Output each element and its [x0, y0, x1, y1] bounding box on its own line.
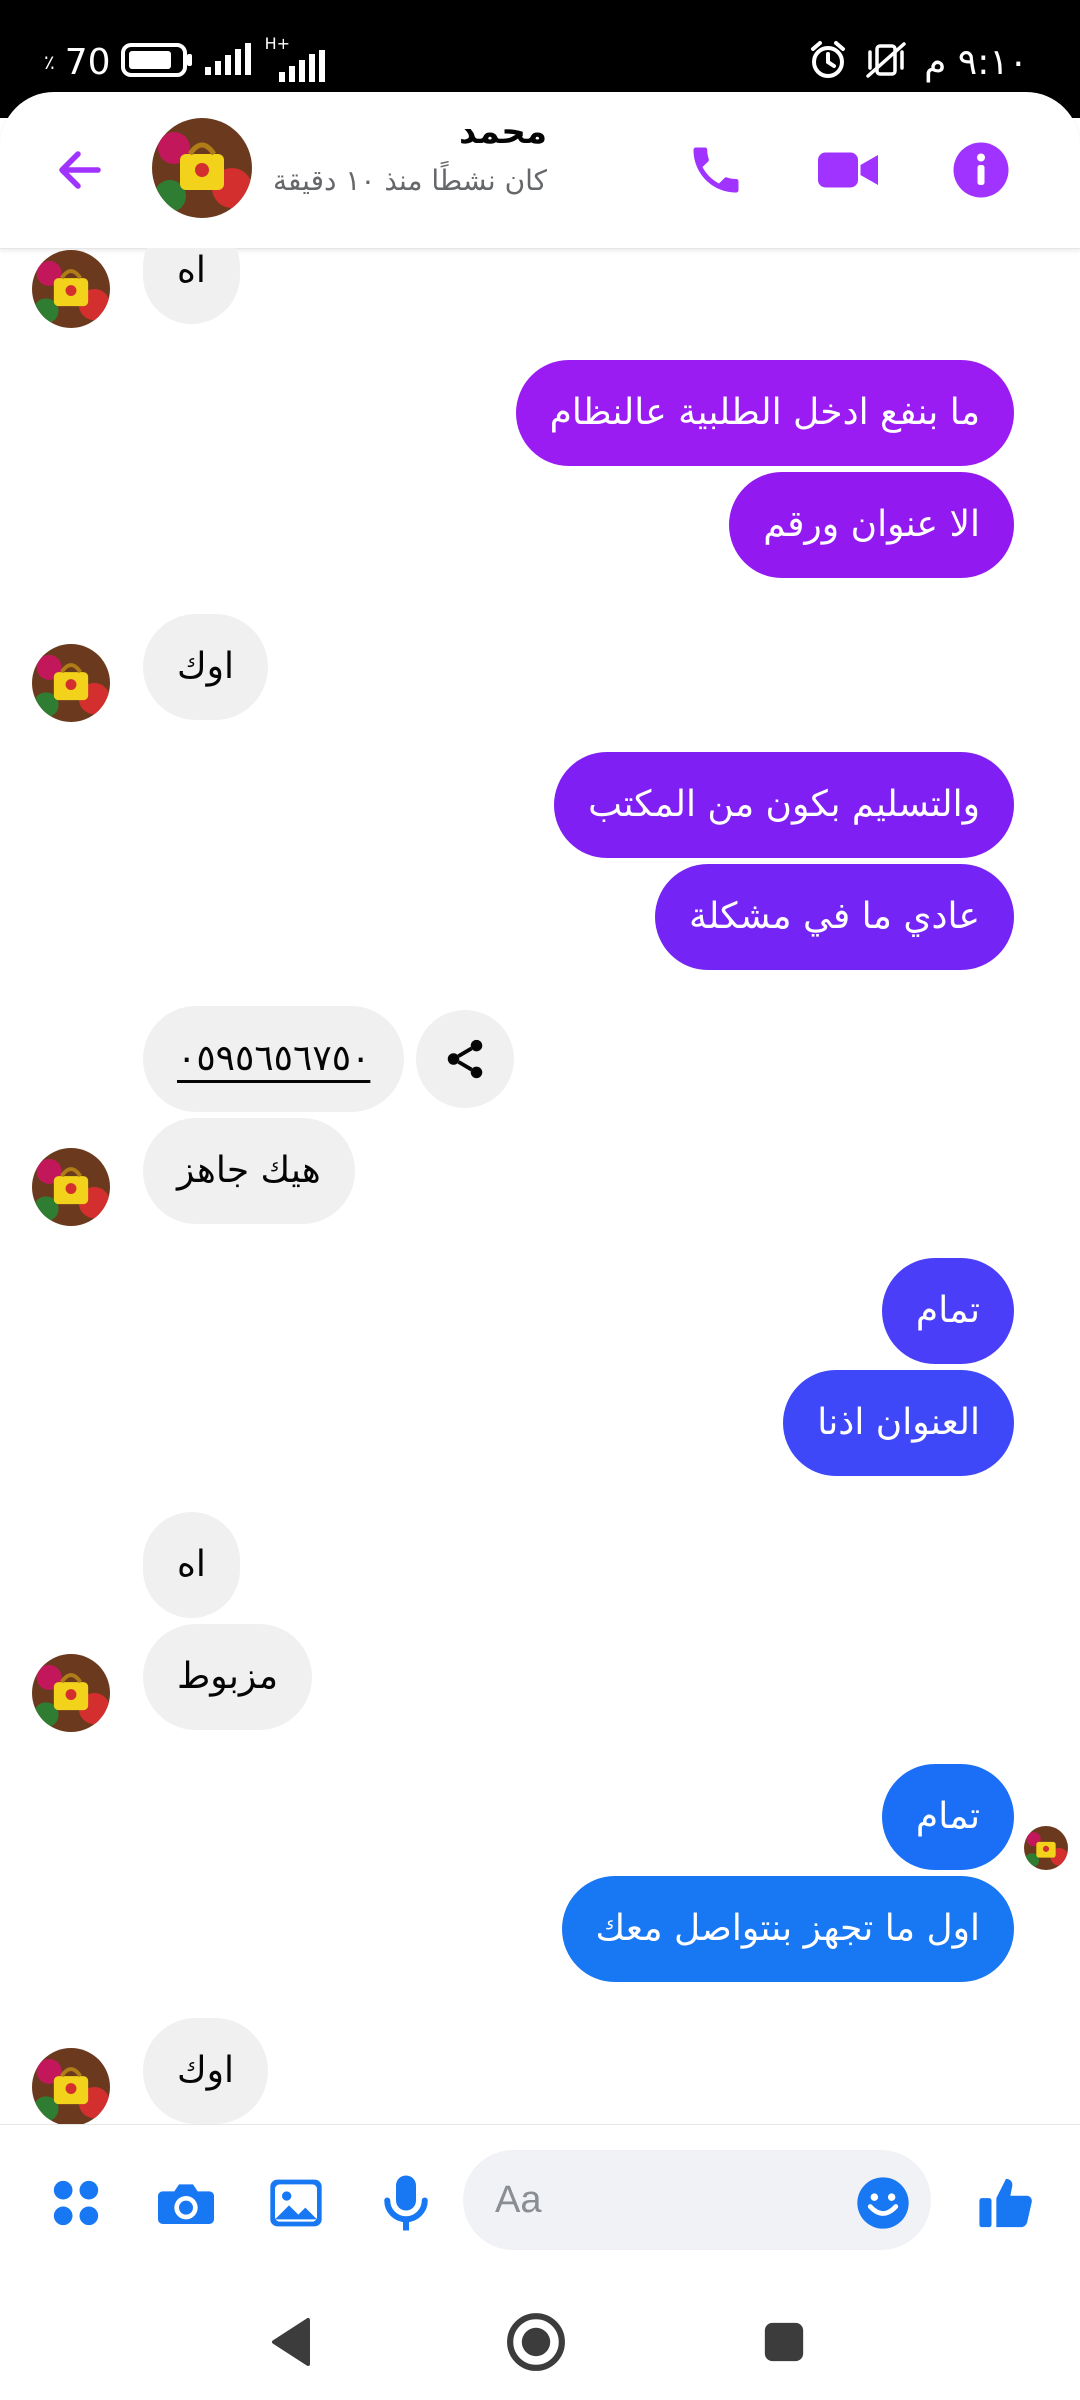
message-composer: Aa	[0, 2124, 1080, 2281]
battery-icon	[120, 43, 193, 81]
incoming-message[interactable]: اوك	[143, 2018, 269, 2124]
message-text: الا عنوان ورقم	[763, 504, 980, 545]
nav-home-button[interactable]	[496, 2302, 576, 2382]
nav-recents-button[interactable]	[744, 2302, 824, 2382]
emoji-icon	[857, 2177, 909, 2229]
incoming-phone-message[interactable]: ٠٥٩٥٦٥٦٧٥٠	[143, 1006, 405, 1112]
recents-square-icon	[764, 2322, 804, 2362]
share-icon	[447, 1039, 483, 1079]
message-text: هيك جاهز	[177, 1150, 321, 1191]
info-icon	[953, 142, 1009, 198]
message-text: مزبوط	[177, 1656, 279, 1697]
message-text: اوك	[177, 2050, 235, 2091]
battery-level: 70	[64, 41, 111, 83]
phone-icon	[693, 147, 739, 193]
outgoing-message[interactable]: ما بنفع ادخل الطلبية عالنظام	[515, 360, 1014, 466]
system-nav-bar	[0, 2280, 1080, 2400]
contact-avatar[interactable]	[152, 118, 252, 218]
chat-header: محمد كان نشطًا منذ ١٠ دقيقة	[0, 92, 1080, 249]
message-input-placeholder: Aa	[495, 2179, 542, 2221]
message-list[interactable]: اه ما بنفع ادخل الطلبية عالنظام الا عنوا…	[0, 248, 1080, 2124]
voice-call-button[interactable]	[676, 130, 756, 210]
status-right: ٩:١٠ م	[808, 38, 1028, 86]
message-text: ما بنفع ادخل الطلبية عالنظام	[549, 392, 980, 433]
apps-button[interactable]	[36, 2163, 116, 2243]
home-circle-icon	[507, 2313, 565, 2371]
video-call-button[interactable]	[808, 130, 888, 210]
microphone-icon	[384, 2175, 428, 2231]
back-triangle-icon	[272, 2318, 310, 2366]
video-camera-icon	[818, 152, 878, 188]
camera-button[interactable]	[146, 2163, 226, 2243]
message-text: اه	[177, 1544, 206, 1585]
incoming-message[interactable]: اه	[143, 248, 240, 324]
incoming-message[interactable]: مزبوط	[143, 1624, 313, 1730]
incoming-message[interactable]: اوك	[143, 614, 269, 720]
share-button[interactable]	[416, 1010, 514, 1108]
sender-avatar[interactable]	[32, 250, 110, 328]
alarm-icon	[808, 40, 848, 84]
gallery-icon	[270, 2179, 322, 2227]
message-text: اول ما تجهز بنتواصل معك	[595, 1908, 980, 1949]
phone-number-link[interactable]: ٠٥٩٥٦٥٦٧٥٠	[177, 1038, 370, 1079]
sender-avatar[interactable]	[32, 644, 110, 722]
message-text: اوك	[177, 646, 235, 687]
message-text: تمام	[915, 1796, 980, 1837]
seen-receipt-avatar	[1024, 1826, 1068, 1870]
gallery-button[interactable]	[256, 2163, 336, 2243]
nav-back-button[interactable]	[252, 2302, 332, 2382]
message-text: اه	[177, 250, 206, 291]
outgoing-message[interactable]: العنوان اذنا	[783, 1370, 1014, 1476]
camera-icon	[158, 2184, 214, 2224]
back-arrow-icon	[59, 151, 101, 189]
contact-status: كان نشطًا منذ ١٠ دقيقة	[272, 164, 547, 197]
voice-record-button[interactable]	[366, 2163, 446, 2243]
vibrate-off-icon	[864, 40, 908, 84]
outgoing-message[interactable]: اول ما تجهز بنتواصل معك	[561, 1876, 1014, 1982]
status-left: ٪ 70 H+	[44, 34, 329, 86]
message-text: عادي ما في مشكلة	[689, 896, 980, 937]
contact-name[interactable]: محمد	[459, 112, 547, 152]
outgoing-message[interactable]: تمام	[881, 1764, 1014, 1870]
sender-avatar[interactable]	[32, 1654, 110, 1732]
incoming-message[interactable]: هيك جاهز	[143, 1118, 355, 1224]
thumbs-up-icon	[979, 2178, 1032, 2228]
like-button[interactable]	[966, 2163, 1046, 2243]
clock: ٩:١٠ م	[924, 41, 1028, 83]
sender-avatar[interactable]	[32, 1148, 110, 1226]
outgoing-message[interactable]: والتسليم بكون من المكتب	[554, 752, 1014, 858]
incoming-message[interactable]: اه	[143, 1512, 240, 1618]
outgoing-message[interactable]: عادي ما في مشكلة	[655, 864, 1014, 970]
battery-unit: ٪	[44, 50, 55, 74]
sender-avatar[interactable]	[32, 2048, 110, 2124]
message-text: العنوان اذنا	[817, 1402, 980, 1443]
signal-hplus-icon: H+	[265, 34, 329, 82]
outgoing-message[interactable]: تمام	[881, 1258, 1014, 1364]
apps-icon	[53, 2180, 99, 2226]
info-button[interactable]	[941, 130, 1021, 210]
signal-icon	[203, 43, 255, 81]
back-button[interactable]	[40, 130, 120, 210]
emoji-button[interactable]	[843, 2163, 923, 2243]
outgoing-message[interactable]: الا عنوان ورقم	[729, 472, 1014, 578]
message-text: تمام	[915, 1290, 980, 1331]
message-text: والتسليم بكون من المكتب	[588, 784, 980, 825]
